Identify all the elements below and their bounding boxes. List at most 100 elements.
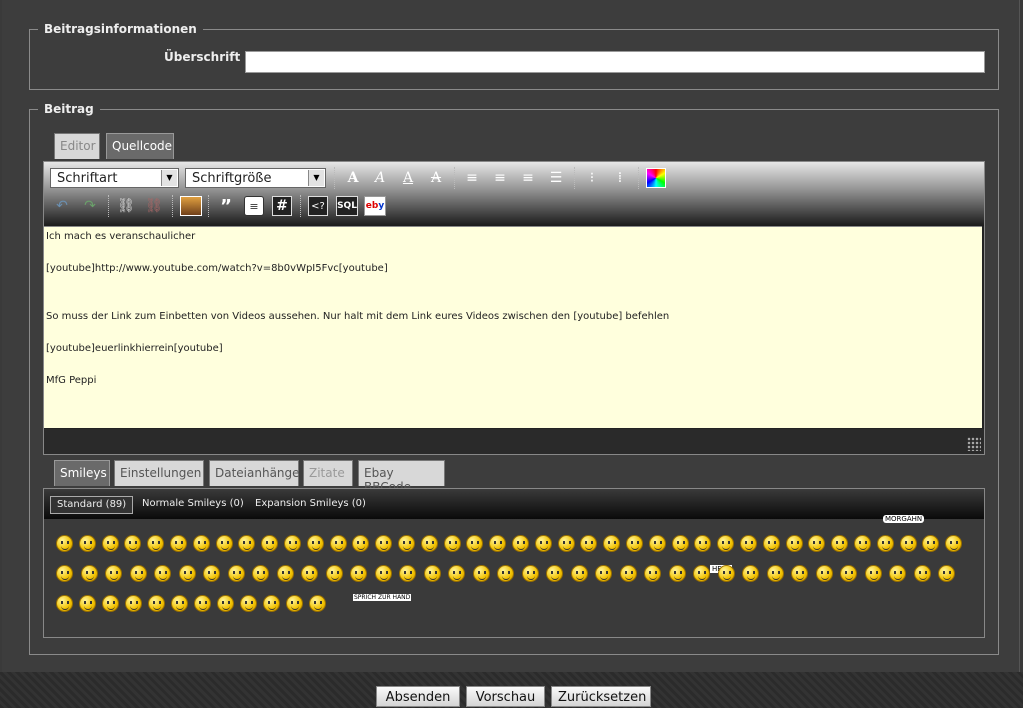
link-icon[interactable]: ⛓ [116, 196, 136, 216]
smiley-icon[interactable] [938, 565, 955, 582]
smiley-icon[interactable] [816, 565, 833, 582]
smiley-icon[interactable] [81, 565, 98, 582]
smiley-icon[interactable] [473, 565, 490, 582]
submit-button[interactable]: Absenden [376, 686, 460, 707]
sql-icon[interactable]: SQL [336, 196, 358, 216]
align-center-icon[interactable]: ≡ [490, 168, 510, 188]
font-select[interactable]: Schriftart ▼ [50, 168, 179, 188]
smiley-icon[interactable] [301, 565, 318, 582]
smiley-icon[interactable] [424, 565, 441, 582]
smiley-icon[interactable] [79, 595, 96, 612]
smiley-icon[interactable] [672, 535, 689, 552]
smiley-icon[interactable] [497, 565, 514, 582]
justify-icon[interactable]: ☰ [546, 168, 566, 188]
resize-handle[interactable] [967, 437, 981, 451]
align-left-icon[interactable]: ≡ [462, 168, 482, 188]
smiley-icon[interactable] [284, 535, 301, 552]
smiley-icon[interactable] [193, 535, 210, 552]
tab-source[interactable]: Quellcode [106, 133, 174, 159]
smiley-icon[interactable] [421, 535, 438, 552]
hash-icon[interactable]: # [272, 196, 292, 216]
smiley-icon[interactable] [595, 565, 612, 582]
smiley-icon[interactable] [124, 535, 141, 552]
smiley-icon[interactable] [889, 565, 906, 582]
smiley-icon[interactable] [693, 565, 710, 582]
reset-button[interactable]: Zurücksetzen [551, 686, 651, 707]
smiley-icon[interactable] [179, 565, 196, 582]
smiley-icon[interactable] [399, 565, 416, 582]
smiley-icon[interactable] [900, 535, 917, 552]
smiley-icon[interactable] [398, 535, 415, 552]
smiley-icon[interactable] [669, 565, 686, 582]
smiley-icon[interactable] [56, 595, 73, 612]
smiley-icon[interactable] [877, 535, 894, 552]
smiley-icon[interactable] [102, 595, 119, 612]
tab-standard-smileys[interactable]: Standard (89) [50, 496, 134, 514]
smiley-icon[interactable] [649, 535, 666, 552]
smiley-icon[interactable] [620, 565, 637, 582]
smiley-icon[interactable] [105, 565, 122, 582]
smiley-icon[interactable] [277, 565, 294, 582]
smiley-icon[interactable] [742, 565, 759, 582]
smiley-icon[interactable] [326, 565, 343, 582]
smiley-icon[interactable] [352, 535, 369, 552]
smiley-icon[interactable] [147, 535, 164, 552]
quote-icon[interactable]: ” [216, 196, 236, 217]
smiley-icon[interactable] [791, 565, 808, 582]
smiley-icon[interactable] [854, 535, 871, 552]
smiley-icon[interactable] [580, 535, 597, 552]
smiley-icon[interactable] [330, 535, 347, 552]
tab-settings[interactable]: Einstellungen [114, 460, 204, 486]
smiley-icon[interactable] [644, 565, 661, 582]
smiley-icon[interactable] [945, 535, 962, 552]
color-picker-icon[interactable] [646, 168, 666, 188]
smiley-icon[interactable] [786, 535, 803, 552]
tab-ebay-bbcode[interactable]: Ebay BBCode [358, 460, 445, 494]
smiley-icon[interactable] [56, 565, 73, 582]
smiley-icon[interactable] [79, 535, 96, 552]
italic-icon[interactable]: A [370, 168, 390, 188]
smiley-icon[interactable] [130, 565, 147, 582]
tab-smileys[interactable]: Smileys [54, 460, 110, 486]
smiley-icon[interactable] [740, 535, 757, 552]
smiley-icon[interactable] [840, 565, 857, 582]
smiley-icon[interactable] [694, 535, 711, 552]
smiley-icon[interactable] [831, 535, 848, 552]
strikethrough-icon[interactable]: A [426, 168, 446, 188]
tab-normal-smileys[interactable]: Normale Smileys (0) [136, 496, 250, 514]
speech-bubble-icon[interactable]: ≡ [244, 196, 264, 216]
smiley-icon[interactable] [228, 565, 245, 582]
smiley-icon[interactable] [626, 535, 643, 552]
smiley-icon[interactable] [535, 535, 552, 552]
smiley-icon[interactable] [170, 535, 187, 552]
unlink-icon[interactable]: ⛓ [144, 196, 164, 216]
smiley-icon[interactable] [922, 535, 939, 552]
smiley-icon[interactable] [216, 535, 233, 552]
smiley-icon[interactable] [309, 595, 326, 612]
smiley-icon[interactable] [203, 565, 220, 582]
bold-icon[interactable]: A [343, 168, 363, 188]
smiley-icon[interactable] [763, 535, 780, 552]
smiley-icon[interactable] [286, 595, 303, 612]
smiley-icon[interactable] [194, 595, 211, 612]
smiley-icon[interactable] [914, 565, 931, 582]
smiley-icon[interactable] [171, 595, 188, 612]
smiley-icon[interactable] [148, 595, 165, 612]
tab-editor[interactable]: Editor [54, 133, 100, 159]
size-select[interactable]: Schriftgröße ▼ [185, 168, 326, 188]
smiley-icon[interactable] [444, 535, 461, 552]
smiley-icon[interactable] [350, 565, 367, 582]
smiley-icon[interactable] [546, 565, 563, 582]
code-icon[interactable]: <? [308, 196, 328, 216]
smiley-icon[interactable] [466, 535, 483, 552]
smiley-icon[interactable] [558, 535, 575, 552]
smiley-icon[interactable] [718, 565, 735, 582]
underline-icon[interactable]: A [398, 168, 418, 188]
smiley-icon[interactable] [238, 535, 255, 552]
smiley-icon[interactable] [522, 565, 539, 582]
smiley-icon[interactable] [489, 535, 506, 552]
smiley-icon[interactable] [375, 565, 392, 582]
smiley-icon[interactable] [263, 595, 280, 612]
smiley-icon[interactable] [603, 535, 620, 552]
smiley-icon[interactable] [448, 565, 465, 582]
